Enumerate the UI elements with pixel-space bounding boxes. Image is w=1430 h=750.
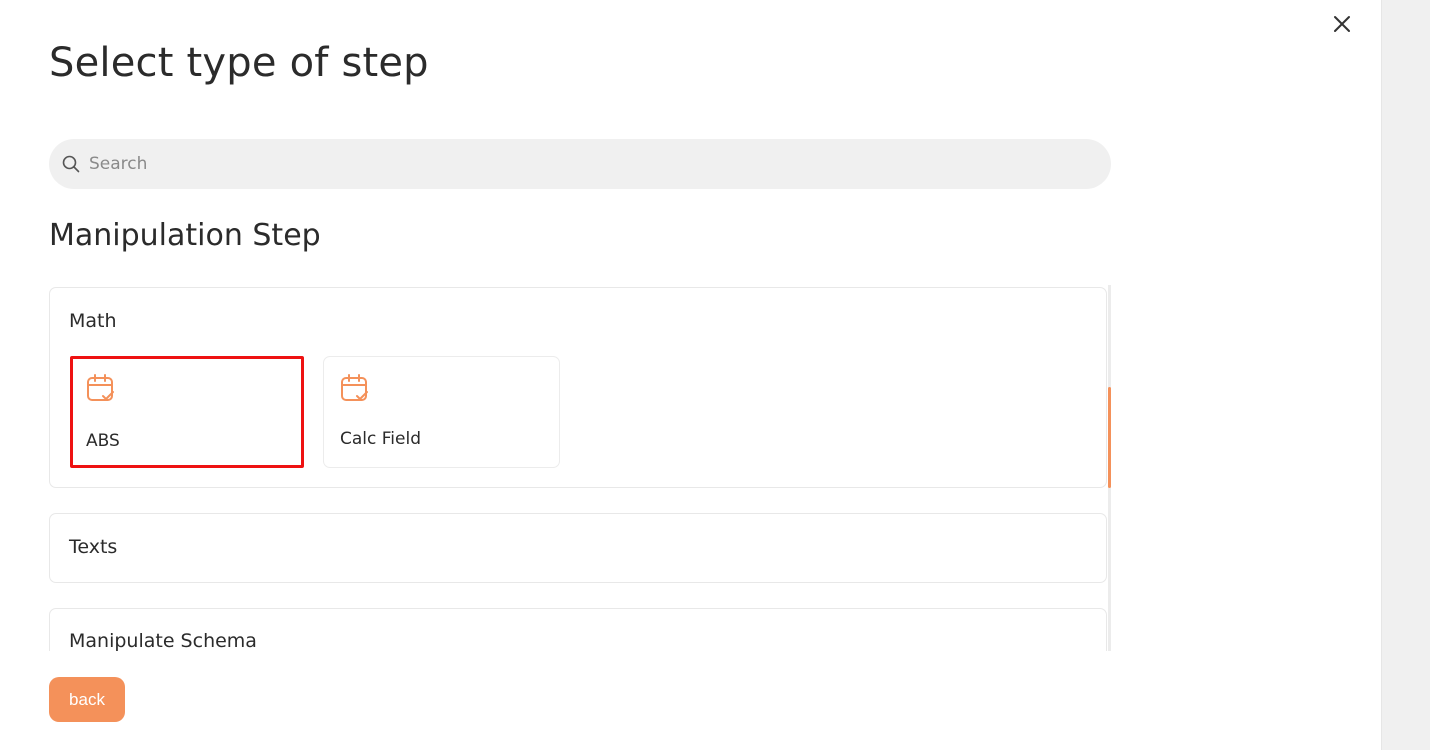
page-title: Select type of step bbox=[49, 40, 429, 86]
search-input[interactable] bbox=[89, 139, 1089, 189]
scrollbar-thumb[interactable] bbox=[1108, 387, 1111, 488]
step-card-abs[interactable]: ABS bbox=[70, 356, 304, 468]
right-gutter bbox=[1381, 0, 1430, 750]
search-bar[interactable] bbox=[49, 139, 1111, 189]
step-card-calc-field[interactable]: Calc Field bbox=[323, 356, 560, 468]
search-icon bbox=[62, 155, 80, 173]
step-card-label: Calc Field bbox=[340, 429, 421, 449]
calendar-check-icon bbox=[341, 374, 368, 401]
step-type-dialog: Select type of step Manipulation Step Ma… bbox=[0, 0, 1430, 750]
group-title[interactable]: Texts bbox=[69, 536, 117, 558]
group-title[interactable]: Manipulate Schema bbox=[69, 630, 257, 651]
close-button[interactable] bbox=[1330, 12, 1354, 36]
group-texts[interactable]: Texts bbox=[49, 513, 1107, 583]
step-group-list[interactable]: Math ABS Calc Field Texts Manipulate Sch… bbox=[49, 285, 1113, 651]
step-card-label: ABS bbox=[86, 431, 120, 451]
calendar-check-icon bbox=[87, 374, 114, 401]
group-manipulate-schema[interactable]: Manipulate Schema bbox=[49, 608, 1107, 651]
close-icon bbox=[1334, 16, 1350, 32]
section-title: Manipulation Step bbox=[49, 218, 321, 253]
group-title[interactable]: Math bbox=[69, 310, 117, 332]
group-math[interactable]: Math ABS Calc Field bbox=[49, 287, 1107, 488]
back-button[interactable]: back bbox=[49, 677, 125, 722]
